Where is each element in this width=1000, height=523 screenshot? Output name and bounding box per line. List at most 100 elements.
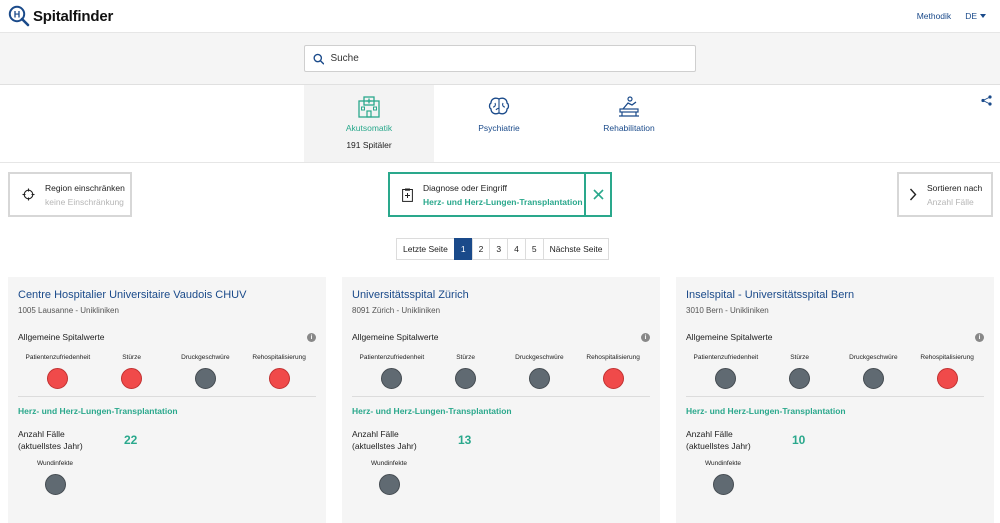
info-icon[interactable]: i	[641, 332, 650, 342]
page-button-5[interactable]: 5	[524, 238, 544, 260]
prev-page-button[interactable]: Letzte Seite	[396, 238, 455, 260]
close-icon	[592, 189, 604, 200]
metric-label: Wundinfekte	[704, 460, 741, 467]
diagnosis-filter-value: Herz- und Herz-Lungen-Transplantation	[423, 196, 583, 207]
status-dot[interactable]	[121, 368, 143, 389]
metric-wound-infections: Wundinfekte	[352, 460, 426, 495]
sort-filter-value: Anzahl Fälle	[927, 196, 974, 207]
tab-label: Psychiatrie	[478, 123, 520, 133]
diagnosis-filter-main[interactable]: Diagnose oder Eingriff Herz- und Herz-Lu…	[390, 174, 584, 215]
tab-rehabilitation[interactable]: Rehabilitation	[564, 85, 694, 162]
cases-label: Anzahl Fälle (aktuellstes Jahr)	[686, 428, 792, 452]
clear-diagnosis-button[interactable]	[584, 174, 610, 215]
status-dot[interactable]	[381, 368, 403, 389]
hospital-card: Universitätsspital Zürich 8091 Zürich - …	[342, 277, 660, 523]
status-dot[interactable]	[528, 368, 550, 389]
tab-label: Rehabilitation	[603, 123, 655, 133]
chevron-right-icon	[909, 188, 917, 201]
hospital-name[interactable]: Centre Hospitalier Universitaire Vaudois…	[18, 289, 316, 301]
metric-patient-satisfaction: Patientenzufriedenheit	[21, 354, 95, 389]
sort-filter[interactable]: Sortieren nach Anzahl Fälle	[897, 172, 993, 217]
search-input[interactable]	[330, 53, 687, 64]
logo[interactable]: H Spitalfinder	[8, 5, 113, 27]
cases-count: 13	[458, 433, 472, 447]
metric-falls: Stürze	[429, 354, 503, 389]
cases-label: Anzahl Fälle (aktuellstes Jahr)	[352, 428, 458, 452]
status-dot[interactable]	[194, 368, 216, 389]
tab-psychiatrie[interactable]: Psychiatrie	[434, 85, 564, 162]
metric-label: Druckgeschwüre	[515, 354, 564, 361]
search-box[interactable]	[304, 45, 696, 72]
search-band	[0, 33, 1000, 85]
language-selector[interactable]: DE	[965, 11, 986, 21]
info-icon[interactable]: i	[975, 332, 984, 342]
crosshair-icon	[22, 188, 35, 201]
page-button-1[interactable]: 1	[453, 238, 473, 260]
general-values-heading: Allgemeine Spitalwerte	[352, 332, 439, 342]
status-dot[interactable]	[47, 368, 69, 389]
metric-label: Wundinfekte	[36, 460, 73, 467]
region-filter[interactable]: Region einschränken keine Einschränkung	[8, 172, 132, 217]
metric-label: Druckgeschwüre	[181, 354, 230, 361]
cases-count: 10	[792, 433, 806, 447]
metric-pressure-ulcers: Druckgeschwüre	[837, 354, 911, 389]
status-dot[interactable]	[712, 474, 734, 495]
diagnosis-filter[interactable]: Diagnose oder Eingriff Herz- und Herz-Lu…	[388, 172, 612, 217]
general-values-heading: Allgemeine Spitalwerte	[686, 332, 773, 342]
status-dot[interactable]	[715, 368, 737, 389]
quality-metrics: Patientenzufriedenheit Stürze Druckgesch…	[18, 354, 316, 389]
status-dot[interactable]	[602, 368, 624, 389]
next-page-button[interactable]: Nächste Seite	[542, 238, 610, 260]
sort-filter-title: Sortieren nach	[927, 182, 983, 193]
status-dot[interactable]	[862, 368, 884, 389]
status-dot[interactable]	[936, 368, 958, 389]
metric-label: Rehospitalisierung	[252, 354, 306, 361]
status-dot[interactable]	[268, 368, 290, 389]
hospital-card: Centre Hospitalier Universitaire Vaudois…	[8, 277, 326, 523]
page-button-3[interactable]: 3	[489, 238, 509, 260]
hospital-location: 8091 Zürich - Unikliniken	[352, 306, 441, 315]
metric-pressure-ulcers: Druckgeschwüre	[169, 354, 243, 389]
category-tabs-band: Akutsomatik 191 Spitäler Psychiatrie Reh…	[0, 85, 1000, 163]
page-button-4[interactable]: 4	[507, 238, 526, 260]
region-filter-title: Region einschränken	[45, 182, 125, 193]
metric-label: Wundinfekte	[370, 460, 407, 467]
metric-label: Patientenzufriedenheit	[25, 354, 91, 361]
page-button-2[interactable]: 2	[471, 238, 491, 260]
status-dot[interactable]	[378, 474, 400, 495]
info-icon[interactable]: i	[307, 332, 316, 342]
cases-label: Anzahl Fälle (aktuellstes Jahr)	[18, 428, 124, 452]
cases-label-line2: (aktuellstes Jahr)	[18, 441, 83, 451]
metric-falls: Stürze	[95, 354, 169, 389]
logo-magnifier-icon: H	[8, 5, 30, 27]
tab-label: Akutsomatik	[345, 123, 393, 133]
metric-label: Rehospitalisierung	[920, 354, 974, 361]
region-filter-value: keine Einschränkung	[45, 196, 124, 207]
metric-rehospitalization: Rehospitalisierung	[910, 354, 984, 389]
rehab-icon	[619, 96, 639, 117]
quality-metrics: Patientenzufriedenheit Stürze Druckgesch…	[352, 354, 650, 389]
methodik-link[interactable]: Methodik	[917, 11, 952, 21]
status-dot[interactable]	[44, 474, 66, 495]
procedure-title: Herz- und Herz-Lungen-Transplantation	[686, 406, 846, 416]
app-title: Spitalfinder	[33, 7, 114, 25]
procedure-title: Herz- und Herz-Lungen-Transplantation	[18, 406, 178, 416]
metric-label: Rehospitalisierung	[586, 354, 640, 361]
hospital-card: Inselspital - Universitätsspital Bern 30…	[676, 277, 994, 523]
metric-patient-satisfaction: Patientenzufriedenheit	[355, 354, 429, 389]
metric-label: Patientenzufriedenheit	[359, 354, 425, 361]
status-dot[interactable]	[455, 368, 477, 389]
hospital-name[interactable]: Universitätsspital Zürich	[352, 289, 650, 301]
hospital-name[interactable]: Inselspital - Universitätsspital Bern	[686, 289, 984, 301]
cases-count: 22	[124, 433, 138, 447]
metric-label: Stürze	[456, 354, 476, 361]
status-dot[interactable]	[789, 368, 811, 389]
chevron-down-icon	[980, 14, 986, 18]
brain-icon	[488, 97, 510, 115]
cases-label-line1: Anzahl Fälle	[18, 429, 65, 439]
share-icon[interactable]	[981, 95, 992, 106]
metric-label: Stürze	[790, 354, 810, 361]
metric-rehospitalization: Rehospitalisierung	[576, 354, 650, 389]
metric-falls: Stürze	[763, 354, 837, 389]
tab-akutsomatik[interactable]: Akutsomatik 191 Spitäler	[304, 85, 434, 162]
